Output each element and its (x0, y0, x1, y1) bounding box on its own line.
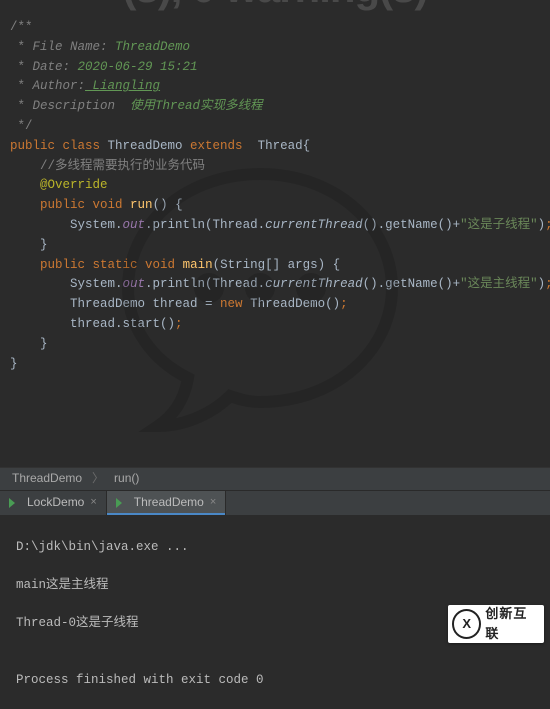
tab-label: LockDemo (27, 493, 84, 513)
doc-filename: ThreadDemo (108, 40, 191, 54)
new-thread-instance: ThreadDemo thread = new ThreadDemo(); (10, 295, 550, 315)
breadcrumb-method[interactable]: run() (114, 469, 139, 489)
brand-text: 创新互联 (485, 604, 540, 644)
tab-threaddemo[interactable]: ThreadDemo × (107, 491, 226, 515)
doc-date: 2020-06-29 15:21 (70, 60, 198, 74)
doc-comment-start: /** (10, 20, 33, 34)
tab-label: ThreadDemo (134, 493, 204, 513)
run-tabs: LockDemo × ThreadDemo × (0, 491, 550, 515)
close-icon[interactable]: × (210, 493, 216, 513)
inline-comment: //多线程需要执行的业务代码 (10, 159, 205, 173)
brand-logo-icon: X (452, 609, 481, 639)
println-main-thread: System.out.println(Thread.currentThread(… (10, 275, 550, 295)
breadcrumb-class[interactable]: ThreadDemo (12, 469, 82, 489)
doc-description: 使用Thread实现多线程 (115, 99, 263, 113)
doc-author: Liangling (85, 79, 160, 93)
console-line: D:\jdk\bin\java.exe ... (16, 538, 534, 557)
code-editor[interactable]: /** * File Name: ThreadDemo * Date: 2020… (0, 0, 550, 374)
console-line: main这是主线程 (16, 576, 534, 595)
thread-start-call: thread.start(); (10, 315, 550, 335)
println-child-thread: System.out.println(Thread.currentThread(… (10, 216, 550, 236)
breadcrumb: ThreadDemo 〉 run() (0, 467, 550, 491)
run-method-signature: public void run() { (10, 196, 550, 216)
console-line: Process finished with exit code 0 (16, 671, 534, 690)
run-config-icon (116, 497, 128, 509)
main-method-signature: public static void main(String[] args) { (10, 256, 550, 276)
chevron-right-icon: 〉 (92, 469, 104, 489)
tab-lockdemo[interactable]: LockDemo × (0, 491, 107, 515)
brand-badge: X 创新互联 (448, 605, 544, 643)
override-annotation: @Override (10, 178, 108, 192)
close-icon[interactable]: × (90, 493, 96, 513)
doc-comment-end: */ (10, 119, 33, 133)
class-declaration: public class ThreadDemo extends Thread{ (10, 137, 550, 157)
run-config-icon (9, 497, 21, 509)
